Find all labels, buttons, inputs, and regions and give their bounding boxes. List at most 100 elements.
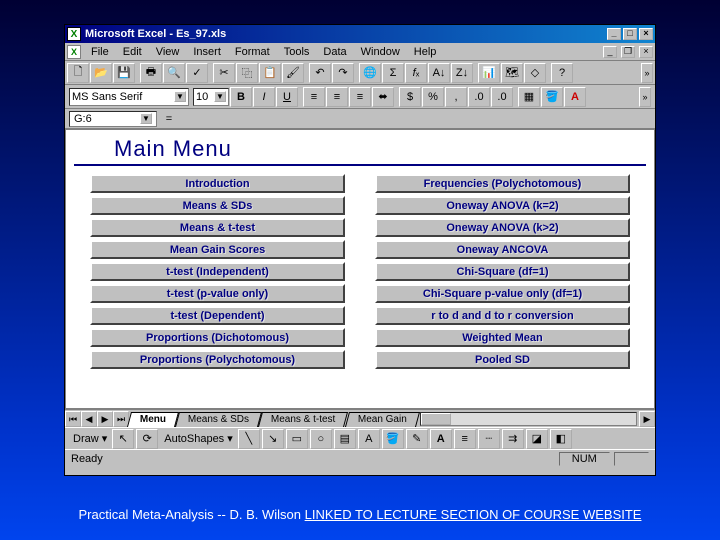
font-color2-icon[interactable]: A xyxy=(430,429,452,449)
select-icon[interactable]: ↖ xyxy=(112,429,134,449)
tab-prev-icon[interactable]: ◀ xyxy=(81,411,97,427)
name-box[interactable]: G:6▼ xyxy=(69,111,157,127)
btn-prop-poly[interactable]: Proportions (Polychotomous) xyxy=(90,350,345,369)
scroll-right-icon[interactable]: ▶ xyxy=(639,411,655,427)
save-icon[interactable]: 💾 xyxy=(113,63,135,83)
dash-icon[interactable]: ┈ xyxy=(478,429,500,449)
menu-window[interactable]: Window xyxy=(355,45,406,59)
menu-tools[interactable]: Tools xyxy=(278,45,316,59)
tab-first-icon[interactable]: ⏮ xyxy=(65,411,81,427)
btn-rtod[interactable]: r to d and d to r conversion xyxy=(375,306,630,325)
btn-ancova[interactable]: Oneway ANCOVA xyxy=(375,240,630,259)
rect-icon[interactable]: ▭ xyxy=(286,429,308,449)
mdi-minimize[interactable]: _ xyxy=(603,46,617,58)
font-combo[interactable]: MS Sans Serif▼ xyxy=(69,88,189,106)
btn-chisq[interactable]: Chi-Square (df=1) xyxy=(375,262,630,281)
paste-icon[interactable]: 📋 xyxy=(259,63,281,83)
line-style-icon[interactable]: ≡ xyxy=(454,429,476,449)
mdi-restore[interactable]: ❐ xyxy=(621,46,635,58)
maximize-button[interactable]: □ xyxy=(623,28,637,40)
btn-means-ttest[interactable]: Means & t-test xyxy=(90,218,345,237)
btn-ttest-dep[interactable]: t-test (Dependent) xyxy=(90,306,345,325)
drawing-icon[interactable]: ◇ xyxy=(524,63,546,83)
btn-means-sds[interactable]: Means & SDs xyxy=(90,196,345,215)
toolbar-more[interactable]: » xyxy=(639,87,651,107)
autosum-icon[interactable]: Σ xyxy=(382,63,404,83)
draw-menu[interactable]: Draw ▾ xyxy=(69,432,111,445)
btn-ttest-indep[interactable]: t-test (Independent) xyxy=(90,262,345,281)
shadow-icon[interactable]: ◪ xyxy=(526,429,548,449)
size-combo[interactable]: 10▼ xyxy=(193,88,229,106)
underline-button[interactable]: U xyxy=(276,87,298,107)
chevron-down-icon[interactable]: ▼ xyxy=(214,91,226,102)
hyperlink-icon[interactable]: 🌐 xyxy=(359,63,381,83)
btn-ttest-p[interactable]: t-test (p-value only) xyxy=(90,284,345,303)
align-left-icon[interactable]: ≡ xyxy=(303,87,325,107)
textbox-icon[interactable]: ▤ xyxy=(334,429,356,449)
autoshapes-menu[interactable]: AutoShapes ▾ xyxy=(160,432,237,445)
btn-chisq-p[interactable]: Chi-Square p-value only (df=1) xyxy=(375,284,630,303)
function-icon[interactable]: fₓ xyxy=(405,63,427,83)
mdi-close[interactable]: × xyxy=(639,46,653,58)
menu-data[interactable]: Data xyxy=(317,45,352,59)
preview-icon[interactable]: 🔍 xyxy=(163,63,185,83)
currency-icon[interactable]: $ xyxy=(399,87,421,107)
oval-icon[interactable]: ○ xyxy=(310,429,332,449)
open-icon[interactable]: 📂 xyxy=(90,63,112,83)
tab-mean-gain[interactable]: Mean Gain xyxy=(345,412,420,427)
align-center-icon[interactable]: ≡ xyxy=(326,87,348,107)
print-icon[interactable]: 🖶 xyxy=(140,63,162,83)
new-icon[interactable]: 🗋 xyxy=(67,63,89,83)
menu-format[interactable]: Format xyxy=(229,45,276,59)
borders-icon[interactable]: ▦ xyxy=(518,87,540,107)
fill-color-icon[interactable]: 🪣 xyxy=(541,87,563,107)
sort-desc-icon[interactable]: Z↓ xyxy=(451,63,473,83)
redo-icon[interactable]: ↷ xyxy=(332,63,354,83)
tab-menu[interactable]: Menu xyxy=(127,412,179,427)
bold-button[interactable]: B xyxy=(230,87,252,107)
percent-icon[interactable]: % xyxy=(422,87,444,107)
tab-means-ttest[interactable]: Means & t-test xyxy=(258,412,348,427)
minimize-button[interactable]: _ xyxy=(607,28,621,40)
close-button[interactable]: × xyxy=(639,28,653,40)
chart-icon[interactable]: 📊 xyxy=(478,63,500,83)
menu-insert[interactable]: Insert xyxy=(187,45,227,59)
undo-icon[interactable]: ↶ xyxy=(309,63,331,83)
btn-pooledsd[interactable]: Pooled SD xyxy=(375,350,630,369)
italic-button[interactable]: I xyxy=(253,87,275,107)
align-right-icon[interactable]: ≡ xyxy=(349,87,371,107)
btn-wmean[interactable]: Weighted Mean xyxy=(375,328,630,347)
tab-next-icon[interactable]: ▶ xyxy=(97,411,113,427)
inc-decimal-icon[interactable]: .0 xyxy=(468,87,490,107)
menu-file[interactable]: File xyxy=(85,45,115,59)
font-color-icon[interactable]: A xyxy=(564,87,586,107)
tab-means-sds[interactable]: Means & SDs xyxy=(175,412,262,427)
merge-center-icon[interactable]: ⬌ xyxy=(372,87,394,107)
scroll-thumb[interactable] xyxy=(421,413,451,425)
chevron-down-icon[interactable]: ▼ xyxy=(174,91,186,102)
menu-edit[interactable]: Edit xyxy=(117,45,148,59)
menu-view[interactable]: View xyxy=(150,45,186,59)
format-painter-icon[interactable]: 🖌 xyxy=(282,63,304,83)
wordart-icon[interactable]: A xyxy=(358,429,380,449)
btn-frequencies[interactable]: Frequencies (Polychotomous) xyxy=(375,174,630,193)
comma-icon[interactable]: , xyxy=(445,87,467,107)
3d-icon[interactable]: ◧ xyxy=(550,429,572,449)
arrow-icon[interactable]: ↘ xyxy=(262,429,284,449)
copy-icon[interactable]: ⿻ xyxy=(236,63,258,83)
chevron-down-icon[interactable]: ▼ xyxy=(140,113,152,124)
fill-icon[interactable]: 🪣 xyxy=(382,429,404,449)
btn-introduction[interactable]: Introduction xyxy=(90,174,345,193)
btn-mean-gain[interactable]: Mean Gain Scores xyxy=(90,240,345,259)
line-color-icon[interactable]: ✎ xyxy=(406,429,428,449)
btn-prop-dich[interactable]: Proportions (Dichotomous) xyxy=(90,328,345,347)
cut-icon[interactable]: ✂ xyxy=(213,63,235,83)
sort-asc-icon[interactable]: A↓ xyxy=(428,63,450,83)
btn-anova-k2[interactable]: Oneway ANOVA (k=2) xyxy=(375,196,630,215)
toolbar-more[interactable]: » xyxy=(641,63,653,83)
dec-decimal-icon[interactable]: .0 xyxy=(491,87,513,107)
arrow-style-icon[interactable]: ⇉ xyxy=(502,429,524,449)
spell-icon[interactable]: ✓ xyxy=(186,63,208,83)
menu-help[interactable]: Help xyxy=(408,45,443,59)
line-icon[interactable]: ╲ xyxy=(238,429,260,449)
